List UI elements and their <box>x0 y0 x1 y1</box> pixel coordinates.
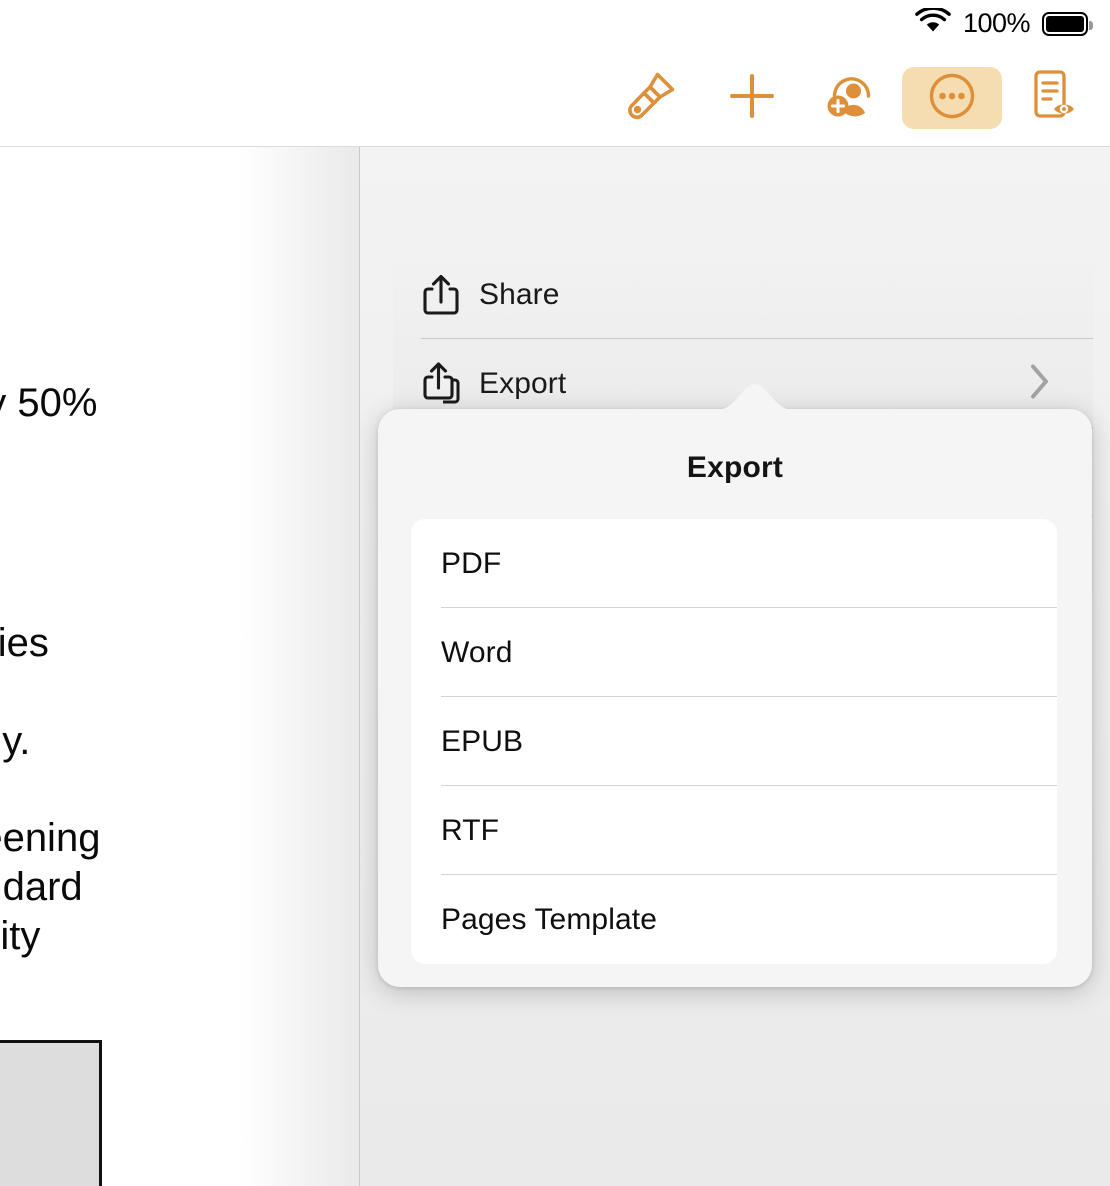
document-text-fragment: ’ <box>0 961 100 1010</box>
callout-text-fragment: v- <box>0 1106 99 1155</box>
export-option-pages-template[interactable]: Pages Template <box>411 875 1057 964</box>
document-text-fragment: he <box>0 668 49 717</box>
more-button[interactable] <box>902 67 1002 129</box>
battery-percent-label: 100% <box>963 8 1030 39</box>
document-edge-shadow <box>239 147 359 1186</box>
toolbar-button-group <box>602 50 1102 146</box>
export-icon <box>421 360 479 408</box>
menu-item-label: Share <box>479 278 560 312</box>
export-option-rtf[interactable]: RTF <box>411 786 1057 875</box>
export-option-label: PDF <box>441 547 501 581</box>
export-option-pdf[interactable]: PDF <box>411 519 1057 608</box>
more-panel: More Share Export <box>360 147 1110 1186</box>
chevron-right-icon <box>1029 363 1051 404</box>
document-text-fragment: tandard <box>0 863 100 912</box>
battery-full-icon <box>1042 12 1088 36</box>
document-text-fragment: by 50% <box>0 379 97 428</box>
export-option-label: Pages Template <box>441 903 657 937</box>
popover-arrow <box>717 384 793 410</box>
insert-button[interactable] <box>702 67 802 129</box>
callout-text-fragment: e to <box>0 1057 99 1106</box>
export-option-label: Word <box>441 636 513 670</box>
add-person-icon <box>824 70 880 127</box>
document-callout-box[interactable]: e to v- <box>0 1040 102 1186</box>
ellipsis-circle-icon <box>926 70 978 127</box>
share-icon <box>421 272 479 318</box>
paintbrush-icon <box>627 70 677 127</box>
export-option-word[interactable]: Word <box>411 608 1057 697</box>
top-toolbar <box>0 50 1110 147</box>
status-bar-right: 100% <box>915 8 1088 39</box>
document-text-fragment: ually. <box>0 717 49 766</box>
wifi-icon <box>915 8 951 39</box>
export-popover: Export PDF Word EPUB RTF Pages Template <box>378 409 1092 987</box>
menu-item-label: Export <box>479 367 566 401</box>
export-option-epub[interactable]: EPUB <box>411 697 1057 786</box>
plus-icon <box>727 71 777 126</box>
collaborate-button[interactable] <box>802 67 902 129</box>
review-button[interactable] <box>1002 67 1102 129</box>
document-text-fragment: creening <box>0 814 100 863</box>
export-option-label: RTF <box>441 814 499 848</box>
export-popover-title: Export <box>378 451 1092 485</box>
menu-item-share[interactable]: Share <box>393 250 1093 339</box>
document-text-fragment: cilities <box>0 619 49 668</box>
export-options-list: PDF Word EPUB RTF Pages Template <box>411 519 1057 964</box>
document-canvas[interactable]: by 50% cilities he ually. creening tanda… <box>0 147 360 1186</box>
document-eye-icon <box>1026 68 1078 129</box>
export-option-label: EPUB <box>441 725 523 759</box>
status-bar: 100% <box>0 0 1110 50</box>
document-text-fragment: uality <box>0 912 100 961</box>
format-button[interactable] <box>602 67 702 129</box>
